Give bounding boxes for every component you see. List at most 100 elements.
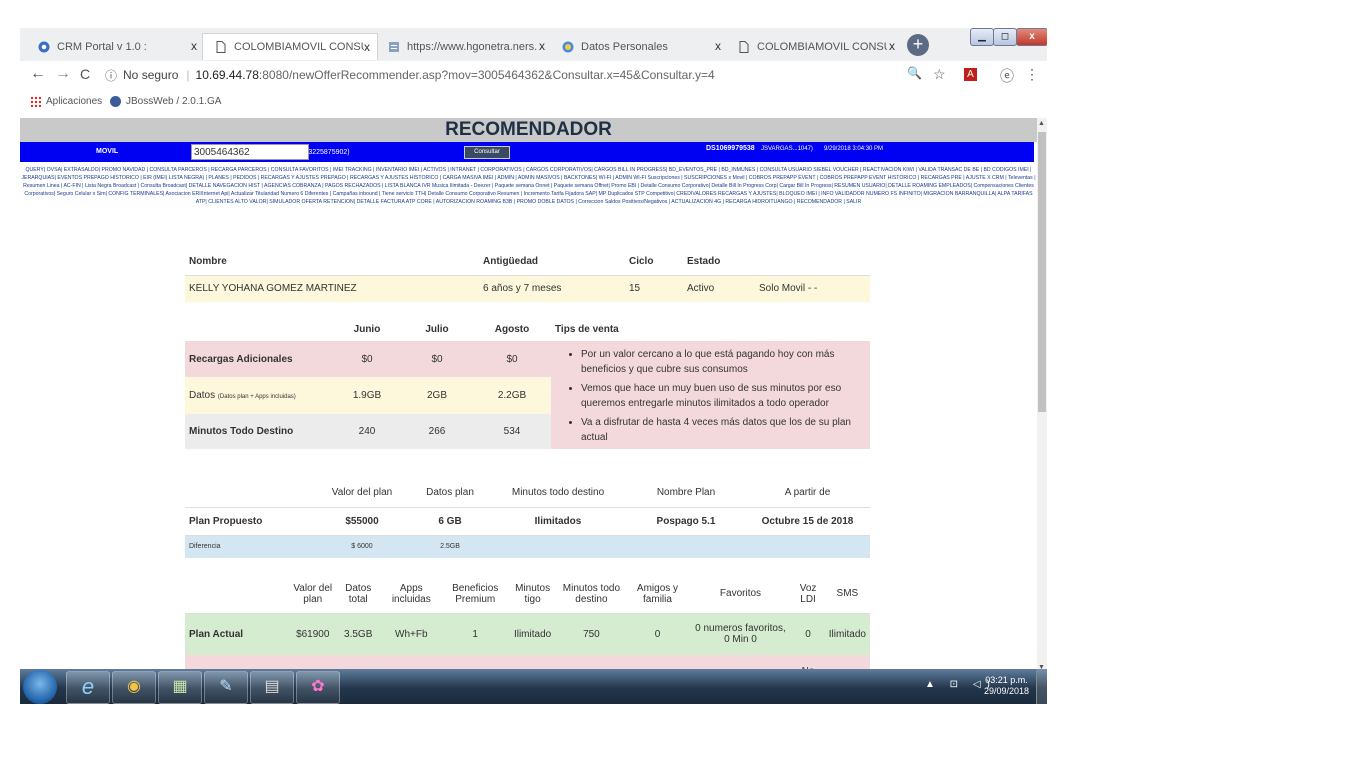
phone-number: (3225875902)	[306, 149, 350, 156]
propuesto-valor: $55000	[313, 507, 411, 536]
calculator-icon[interactable]: ▤	[250, 671, 294, 704]
actual-amigos: 0	[654, 628, 661, 640]
module-menu-links[interactable]: QUERY| OVSA| EXTRASALDO| PROMO NAVIDAD |…	[20, 166, 1037, 206]
actual-minutos-destino: 750	[583, 628, 600, 640]
page-icon	[738, 40, 750, 53]
actual-voz-ldi: 0	[805, 628, 811, 640]
reload-icon[interactable]: C	[80, 66, 90, 82]
header-nombre-plan: Nombre Plan	[627, 479, 745, 508]
ie-icon[interactable]: e	[66, 671, 110, 704]
apps-icon	[30, 96, 41, 107]
tab-crm-portal[interactable]: CRM Portal v 1.0 : x	[26, 33, 204, 60]
show-desktop-button[interactable]	[1036, 669, 1047, 704]
account-icon[interactable]: ⓔ	[1000, 66, 1014, 86]
propuesto-datos: 6 GB	[411, 507, 489, 536]
header-minutos-destino: Minutos todo destino	[557, 575, 626, 614]
actual-sms: Ilimitado	[828, 628, 866, 640]
month-junio: Junio	[353, 323, 381, 335]
bookmark-jboss[interactable]: JBossWeb / 2.0.1.GA	[110, 96, 221, 107]
close-window-button[interactable]: x	[1016, 28, 1047, 46]
url-field[interactable]: ⓘ No seguro | 10.69.44.78 :8080/newOffer…	[105, 64, 948, 86]
page-title: RECOMENDADOR	[20, 118, 1037, 142]
page-icon	[215, 41, 227, 53]
chrome-icon[interactable]: ◉	[112, 671, 156, 704]
tab-hgonetra[interactable]: https://www.hgonetra.ners.com x	[376, 33, 552, 60]
header-datos-plan: Datos plan	[411, 479, 489, 508]
tip-item: Va a disfrutar de hasta 4 veces más dato…	[581, 415, 866, 445]
header-favoritos: Favoritos	[689, 575, 792, 614]
plan-propuesto-label: Plan Propuesto	[185, 507, 313, 536]
proposal-table: Valor del plan Datos plan Minutos todo d…	[185, 479, 870, 558]
scroll-up-icon[interactable]: ▲	[1038, 120, 1045, 127]
row-recargas-label: Recargas Adicionales	[185, 341, 333, 378]
header-amigos: Amigos y familia	[625, 575, 690, 614]
diferencia-label: Diferencia	[189, 543, 221, 551]
security-label: No seguro	[123, 68, 179, 82]
datos-sublabel: (Datos plan + Apps incluidas)	[217, 394, 296, 401]
plan-actual-label: Plan Actual	[189, 628, 244, 640]
url-host: 10.69.44.78	[195, 68, 259, 82]
back-arrow-icon[interactable]: ←	[30, 65, 46, 83]
customer-estado: Activo	[687, 283, 715, 295]
start-button[interactable]	[23, 670, 57, 704]
bookmarks-bar: Aplicaciones JBossWeb / 2.0.1.GA	[20, 88, 1047, 116]
maximize-button[interactable]: ◻	[993, 28, 1017, 46]
scrollbar-thumb[interactable]	[1038, 132, 1046, 412]
vertical-scrollbar[interactable]: ▲ ▼	[1037, 118, 1047, 673]
bookmark-apps[interactable]: Aplicaciones	[30, 96, 102, 107]
menu-icon[interactable]: ⋮	[1025, 66, 1039, 83]
customer-tipo: Solo Movil - -	[759, 283, 818, 295]
pdf-extension-icon[interactable]: A	[964, 68, 977, 81]
actual-datos: 3.5GB	[344, 628, 373, 640]
header-antiguedad: Antigüedad	[479, 249, 625, 276]
tips-header: Tips de venta	[555, 323, 619, 335]
ds-code: DS1069979538	[706, 145, 755, 152]
tip-item: Vemos que hace un muy buen uso de sus mi…	[581, 381, 866, 411]
close-icon[interactable]: x	[889, 39, 895, 53]
recargas-julio: $0	[401, 341, 473, 378]
minimize-button[interactable]: ▁	[970, 28, 994, 46]
zoom-icon[interactable]: 🔍	[907, 66, 922, 80]
header-minutos: Minutos todo destino	[489, 479, 627, 508]
calculator-app-icon[interactable]: ▦	[158, 671, 202, 704]
tab-colombiamovil-2[interactable]: COLOMBIAMOVIL CONSULTA II x	[726, 33, 902, 60]
query-bar: MOVIL (3225875902) Consultar DS106997953…	[20, 142, 1034, 162]
actual-minutos-tigo: Ilimitado	[513, 628, 552, 640]
header-sms: SMS	[824, 575, 870, 614]
notes-icon[interactable]: ✎	[204, 671, 248, 704]
minutos-julio: 266	[401, 413, 473, 449]
consultar-button[interactable]: Consultar	[464, 146, 510, 159]
actual-beneficios: 1	[472, 628, 478, 640]
clock[interactable]: 03:21 p.m. 29/09/2018	[984, 675, 1029, 697]
header-estado: Estado	[683, 249, 755, 276]
user-label: JSVARGAS...1047)	[761, 146, 813, 152]
paint-icon[interactable]: ✿	[296, 671, 340, 704]
info-icon[interactable]: ⓘ	[105, 67, 117, 84]
tab-colombiamovil-active[interactable]: COLOMBIAMOVIL CONSULTA II x	[202, 33, 378, 60]
new-tab-button[interactable]: +	[907, 34, 929, 56]
tab-datos-personales[interactable]: Datos Personales x	[550, 33, 728, 60]
close-icon[interactable]: x	[364, 40, 370, 54]
customer-name: KELLY YOHANA GOMEZ MARTINEZ	[189, 283, 357, 295]
header-voz-ldi: Voz LDI	[791, 575, 825, 614]
current-plan-table: Valor del plan Datos total Apps incluida…	[185, 575, 870, 673]
datos-agosto: 2.2GB	[497, 390, 527, 402]
movil-input[interactable]	[191, 144, 309, 160]
header-valor-del-plan: Valor del plan	[289, 575, 337, 614]
tip-item: Por un valor cercano a lo que está pagan…	[581, 347, 866, 377]
close-icon[interactable]: x	[191, 39, 197, 53]
header-a-partir: A partir de	[745, 479, 870, 508]
forward-arrow-icon[interactable]: →	[55, 65, 71, 83]
datos-junio: 1.9GB	[352, 390, 382, 402]
header-nombre: Nombre	[185, 249, 479, 276]
propuesto-nombre: Pospago 5.1	[627, 507, 745, 536]
usage-table: Junio Julio Agosto Tips de venta Recarga…	[185, 317, 870, 449]
month-agosto: Agosto	[494, 323, 530, 335]
close-icon[interactable]: x	[539, 39, 545, 53]
row-datos-label: Datos (Datos plan + Apps incluidas)	[189, 390, 296, 402]
header-minutos-tigo: Minutos tigo	[507, 575, 558, 614]
tab-strip: CRM Portal v 1.0 : x COLOMBIAMOVIL CONSU…	[20, 28, 1047, 61]
close-icon[interactable]: x	[715, 39, 721, 53]
diferencia-valor: $ 6000	[351, 543, 373, 551]
star-icon[interactable]: ☆	[933, 66, 946, 83]
